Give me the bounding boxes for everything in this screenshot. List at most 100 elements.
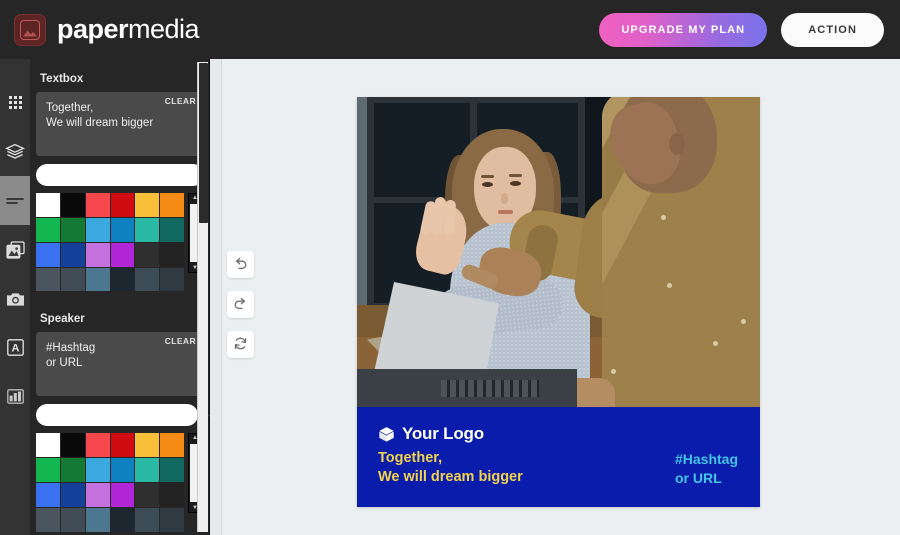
speaker-swatch-5[interactable] xyxy=(160,433,185,458)
textbox-swatch-15[interactable] xyxy=(110,242,135,267)
textbox-swatch-10[interactable] xyxy=(135,217,160,242)
speaker-swatch-grid xyxy=(36,433,185,532)
design-artboard[interactable]: Your Logo Together, We will dream bigger… xyxy=(357,97,760,507)
speaker-swatch-0[interactable] xyxy=(36,433,60,458)
textbox-swatch-block: ▲ ▼ xyxy=(36,193,204,292)
textbox-swatch-22[interactable] xyxy=(135,267,160,292)
speaker-swatch-13[interactable] xyxy=(60,483,85,507)
reset-button[interactable] xyxy=(227,331,254,358)
textbox-swatch-11[interactable] xyxy=(160,217,185,242)
textbox-section-title: Textbox xyxy=(40,73,84,85)
speaker-swatch-1[interactable] xyxy=(60,433,85,458)
textbox-swatch-19[interactable] xyxy=(60,267,85,292)
speaker-color-input[interactable] xyxy=(36,404,198,427)
scroll-down-arrow-icon[interactable]: ▼ xyxy=(192,504,198,512)
speaker-swatch-block: ▲ ▼ xyxy=(36,433,204,532)
text-lines-icon xyxy=(6,196,24,206)
textbox-swatch-17[interactable] xyxy=(160,242,185,267)
sidebar-item-typography[interactable]: A xyxy=(0,323,30,372)
textbox-swatch-3[interactable] xyxy=(110,193,135,217)
textbox-swatch-0[interactable] xyxy=(36,193,60,217)
scroll-down-arrow-icon[interactable]: ▼ xyxy=(192,264,198,272)
sidebar-item-images[interactable] xyxy=(0,225,30,274)
sidebar-item-templates-grid[interactable] xyxy=(0,78,30,127)
sidebar-item-text-lines[interactable] xyxy=(0,176,30,225)
speaker-clear-link[interactable]: CLEAR xyxy=(165,336,196,346)
app-root: papermedia UPGRADE MY PLAN ACTION A Text… xyxy=(0,0,900,535)
grid-icon xyxy=(8,95,23,110)
images-icon xyxy=(5,240,25,259)
brand-logo[interactable]: papermedia xyxy=(14,13,200,46)
action-button[interactable]: ACTION xyxy=(781,12,884,47)
canvas-tool-buttons xyxy=(227,251,254,358)
redo-arrow-icon xyxy=(233,297,248,313)
textbox-swatch-14[interactable] xyxy=(85,242,110,267)
speaker-swatch-6[interactable] xyxy=(36,458,60,483)
design-photo[interactable] xyxy=(357,97,760,407)
brand-bold: paper xyxy=(57,14,129,44)
speaker-textarea[interactable]: CLEAR #Hashtag or URL xyxy=(36,332,204,397)
speaker-swatch-15[interactable] xyxy=(110,483,135,507)
panel-scrollbar[interactable] xyxy=(197,62,208,532)
speaker-swatch-7[interactable] xyxy=(60,458,85,483)
camera-icon xyxy=(6,291,25,307)
panel-scrollbar-thumb[interactable] xyxy=(199,63,208,223)
banner-logo-text: Your Logo xyxy=(402,424,484,443)
textbox-swatch-2[interactable] xyxy=(85,193,110,217)
speaker-section-title: Speaker xyxy=(40,313,85,326)
sidebar-item-layout[interactable] xyxy=(0,372,30,421)
textbox-swatch-9[interactable] xyxy=(110,217,135,242)
redo-button[interactable] xyxy=(227,291,254,318)
textbox-swatch-6[interactable] xyxy=(36,217,60,242)
textbox-swatch-21[interactable] xyxy=(110,267,135,292)
textbox-swatch-13[interactable] xyxy=(60,242,85,267)
speaker-swatch-23[interactable] xyxy=(160,507,185,532)
speaker-swatch-4[interactable] xyxy=(135,433,160,458)
textbox-swatch-7[interactable] xyxy=(60,217,85,242)
image-logo-icon xyxy=(14,13,46,46)
layout-table-icon xyxy=(6,389,24,404)
scroll-up-arrow-icon[interactable]: ▲ xyxy=(192,434,198,442)
textbox-swatch-5[interactable] xyxy=(160,193,185,217)
undo-button[interactable] xyxy=(227,251,254,278)
textbox-swatch-8[interactable] xyxy=(85,217,110,242)
speaker-swatch-21[interactable] xyxy=(110,507,135,532)
speaker-swatch-16[interactable] xyxy=(135,483,160,507)
upgrade-my-plan-button[interactable]: UPGRADE MY PLAN xyxy=(599,12,768,47)
textbox-clear-link[interactable]: CLEAR xyxy=(165,96,196,106)
banner-tagline[interactable]: #Hashtag or URL xyxy=(675,450,738,487)
textbox-swatch-1[interactable] xyxy=(60,193,85,217)
banner-headline[interactable]: Together, We will dream bigger xyxy=(378,449,523,486)
stage-left-gutter xyxy=(210,59,222,535)
speaker-swatch-20[interactable] xyxy=(85,507,110,532)
scroll-up-arrow-icon[interactable]: ▲ xyxy=(192,194,198,202)
sidebar-item-layers[interactable] xyxy=(0,127,30,176)
speaker-swatch-19[interactable] xyxy=(60,507,85,532)
speaker-swatch-11[interactable] xyxy=(160,458,185,483)
brand-light: media xyxy=(128,14,200,44)
cube-logo-icon xyxy=(378,426,395,443)
speaker-swatch-12[interactable] xyxy=(36,483,60,507)
textbox-swatch-12[interactable] xyxy=(36,242,60,267)
textbox-color-input[interactable] xyxy=(36,164,204,186)
design-banner[interactable]: Your Logo Together, We will dream bigger… xyxy=(357,407,760,507)
textbox-swatch-20[interactable] xyxy=(85,267,110,292)
textbox-textarea[interactable]: CLEAR Together, We will dream bigger xyxy=(36,92,204,156)
speaker-swatch-2[interactable] xyxy=(85,433,110,458)
speaker-swatch-3[interactable] xyxy=(110,433,135,458)
speaker-swatch-10[interactable] xyxy=(135,458,160,483)
textbox-swatch-18[interactable] xyxy=(36,267,60,292)
sidebar-item-camera[interactable] xyxy=(0,274,30,323)
textbox-swatch-4[interactable] xyxy=(135,193,160,217)
speaker-swatch-14[interactable] xyxy=(85,483,110,507)
banner-logo[interactable]: Your Logo xyxy=(378,424,484,444)
speaker-swatch-18[interactable] xyxy=(36,507,60,532)
textbox-swatch-23[interactable] xyxy=(160,267,185,292)
speaker-swatch-8[interactable] xyxy=(85,458,110,483)
speaker-swatch-17[interactable] xyxy=(160,483,185,507)
speaker-swatch-22[interactable] xyxy=(135,507,160,532)
textbox-swatch-16[interactable] xyxy=(135,242,160,267)
speaker-swatch-9[interactable] xyxy=(110,458,135,483)
layers-icon xyxy=(5,143,25,161)
brand-wordmark: papermedia xyxy=(57,14,200,45)
